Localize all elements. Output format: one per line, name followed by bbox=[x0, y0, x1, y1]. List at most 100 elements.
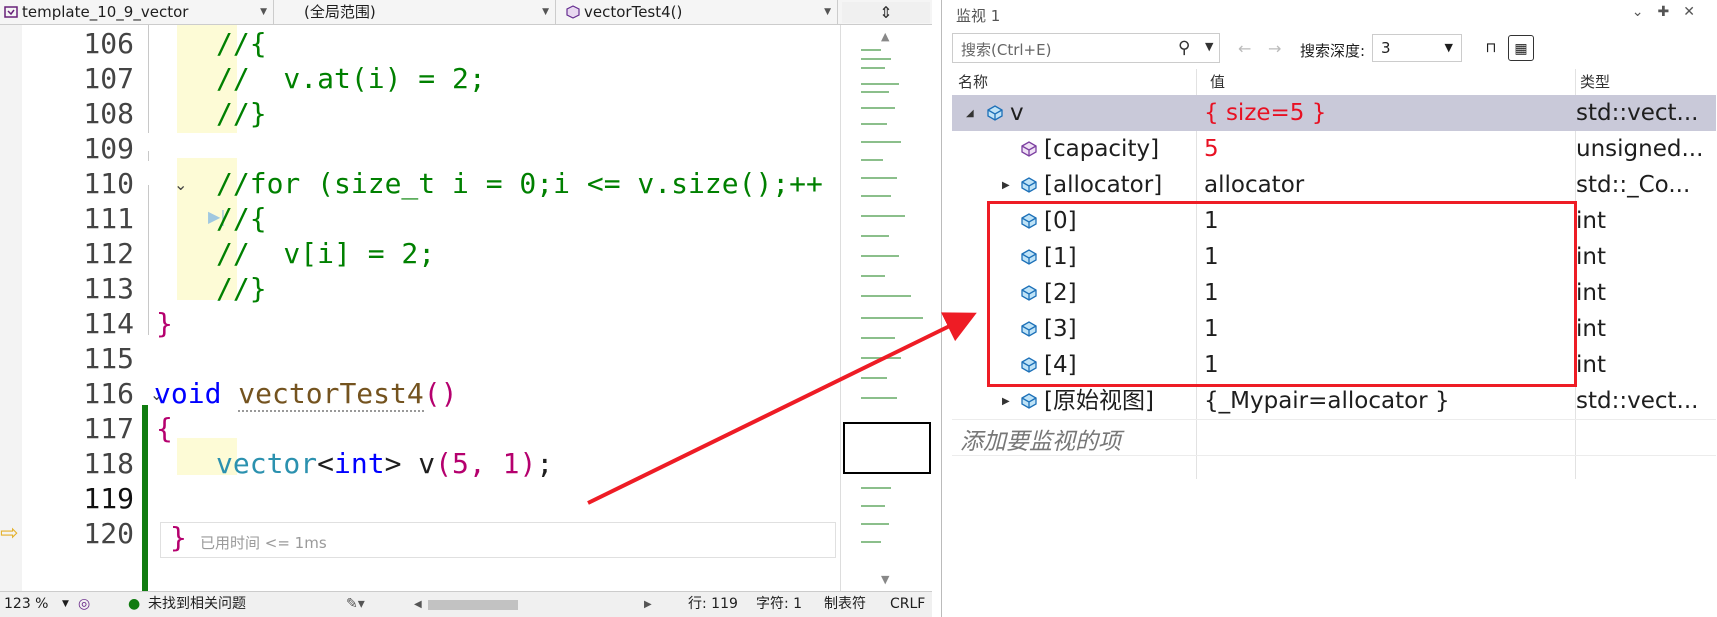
scope-line bbox=[148, 185, 149, 335]
line-number-current: 119 bbox=[83, 482, 134, 515]
row-divider bbox=[952, 455, 1716, 456]
line-number: 120 bbox=[83, 517, 134, 550]
scroll-right-icon[interactable]: ▶ bbox=[644, 592, 652, 617]
scope-label: (全局范围) bbox=[304, 3, 376, 21]
copilot-icon[interactable]: ◎ bbox=[78, 592, 90, 617]
identifier-v: > v bbox=[384, 447, 436, 480]
scroll-up-icon[interactable]: ▲ bbox=[881, 30, 889, 43]
chevron-down-icon: ▼ bbox=[824, 7, 831, 17]
line-number: 109 bbox=[83, 132, 134, 165]
line-number: 111 bbox=[83, 202, 134, 235]
expand-triangle-icon[interactable]: ▶ bbox=[1002, 168, 1010, 204]
watch-row-allocator[interactable]: ▶ [allocator] allocator std::_Co... bbox=[952, 167, 1716, 203]
scope-line bbox=[148, 25, 149, 133]
method-icon bbox=[566, 5, 580, 19]
code-line: //for (size_t i = 0;i <= v.size();++ bbox=[216, 167, 823, 200]
view-hex-toggle-icon[interactable]: ▦ bbox=[1508, 35, 1534, 61]
scope-dropdown[interactable]: (全局范围) ▼ bbox=[280, 0, 556, 25]
watch-value[interactable]: 5 bbox=[1204, 131, 1219, 167]
search-depth-value: 3 bbox=[1381, 39, 1391, 57]
variable-icon bbox=[1021, 177, 1037, 193]
split-editor-button[interactable]: ⇕ bbox=[842, 2, 930, 23]
zoom-level[interactable]: 123 % bbox=[4, 592, 48, 617]
navigation-bar: template_10_9_vector ▼ (全局范围) ▼ vectorTe… bbox=[0, 0, 932, 25]
line-number: 117 bbox=[83, 412, 134, 445]
member-dropdown[interactable]: vectorTest4() ▼ bbox=[562, 0, 838, 25]
watch-type: std::vect... bbox=[1576, 100, 1699, 126]
code-line: } bbox=[156, 307, 173, 340]
keyword-void: void bbox=[154, 377, 222, 410]
line-number: 114 bbox=[83, 307, 134, 340]
expand-triangle-icon[interactable]: ▶ bbox=[1002, 384, 1010, 420]
watch-type: std::vect... bbox=[1576, 388, 1699, 414]
watch-toolbar: 搜索(Ctrl+E) ⚲ ▼ ← → 搜索深度: 3 ▼ ⊓ ▦ bbox=[942, 33, 1717, 65]
watch-row-v[interactable]: ◢ v { size=5 } std::vect... bbox=[952, 95, 1716, 131]
constructor-args: (5, 1) bbox=[435, 447, 537, 480]
horizontal-scrollbar[interactable] bbox=[428, 600, 518, 610]
code-line-vector-decl: vector<int> v(5, 1); bbox=[216, 445, 553, 483]
member-label: vectorTest4() bbox=[584, 3, 683, 21]
close-icon[interactable]: ✕ bbox=[1683, 4, 1709, 20]
scope-line bbox=[148, 151, 149, 161]
watch-name: v bbox=[1010, 100, 1024, 126]
pin-icon[interactable]: ✚ bbox=[1658, 4, 1684, 20]
chevron-down-icon[interactable]: ▼ bbox=[62, 592, 69, 617]
project-label: template_10_9_vector bbox=[22, 3, 189, 21]
watch-value[interactable]: allocator bbox=[1204, 167, 1304, 203]
watch-type: int bbox=[1576, 280, 1606, 306]
glyph-margin[interactable] bbox=[0, 25, 22, 591]
watch-row-raw-view[interactable]: ▶ [原始视图] {_Mypair=allocator } std::vect.… bbox=[952, 383, 1716, 419]
column-type[interactable]: 类型 bbox=[1580, 71, 1610, 92]
char-indicator[interactable]: 字符: 1 bbox=[756, 592, 802, 617]
back-arrow-icon[interactable]: ← bbox=[1238, 39, 1251, 58]
watch-name: [capacity] bbox=[1044, 136, 1160, 162]
code-line: //{ bbox=[216, 27, 267, 60]
chevron-down-icon[interactable]: ⌄ bbox=[1632, 4, 1658, 20]
line-number: 107 bbox=[83, 62, 134, 95]
watch-type: unsigned... bbox=[1576, 136, 1704, 162]
search-icon[interactable]: ⚲ bbox=[1178, 38, 1190, 58]
column-name[interactable]: 名称 bbox=[958, 71, 988, 92]
eol-indicator[interactable]: CRLF bbox=[890, 592, 925, 617]
line-indicator[interactable]: 行: 119 bbox=[688, 592, 738, 617]
chevron-down-icon[interactable]: ▼ bbox=[1205, 40, 1213, 53]
watch-name: [原始视图] bbox=[1044, 388, 1154, 414]
forward-arrow-icon[interactable]: → bbox=[1268, 39, 1281, 58]
code-line-function-signature: void vectorTest4() bbox=[154, 375, 457, 413]
execution-pointer-icon: ⇨ bbox=[0, 521, 19, 546]
watch-type: int bbox=[1576, 352, 1606, 378]
scroll-down-icon[interactable]: ▼ bbox=[881, 573, 889, 586]
scroll-left-icon[interactable]: ◀ bbox=[414, 592, 422, 617]
row-divider bbox=[952, 419, 1716, 420]
tab-indicator[interactable]: 制表符 bbox=[824, 592, 866, 617]
code-editor: template_10_9_vector ▼ (全局范围) ▼ vectorTe… bbox=[0, 0, 932, 617]
pin-to-source-icon[interactable]: ⊓ bbox=[1478, 35, 1504, 61]
code-line: // v.at(i) = 2; bbox=[216, 62, 486, 95]
watch-header: 名称 值 类型 bbox=[952, 69, 1717, 91]
watch-title: 监视 1 bbox=[956, 7, 1001, 25]
changed-lines-marker bbox=[142, 405, 148, 591]
angle-bracket: < bbox=[317, 447, 335, 480]
line-number: 110 bbox=[83, 167, 134, 200]
column-value[interactable]: 值 bbox=[1210, 71, 1225, 92]
watch-row-capacity[interactable]: [capacity] 5 unsigned... bbox=[952, 131, 1716, 167]
watch-value[interactable]: {_Mypair=allocator } bbox=[1204, 383, 1450, 419]
code-line: // v[i] = 2; bbox=[216, 237, 436, 270]
line-number: 112 bbox=[83, 237, 134, 270]
variable-icon bbox=[987, 105, 1003, 121]
cleanup-brush-icon[interactable]: ✎▾ bbox=[346, 592, 365, 617]
search-depth-select[interactable]: 3 ▼ bbox=[1372, 34, 1462, 62]
collapse-icon[interactable]: ⌄ bbox=[174, 175, 187, 194]
project-icon bbox=[4, 6, 18, 18]
code-line: { bbox=[156, 412, 173, 445]
variable-icon bbox=[1021, 393, 1037, 409]
project-dropdown[interactable]: template_10_9_vector ▼ bbox=[0, 0, 274, 25]
watch-value[interactable]: { size=5 } bbox=[1204, 95, 1326, 131]
chevron-down-icon: ▼ bbox=[542, 7, 549, 17]
type-vector: vector bbox=[216, 447, 318, 480]
collapse-triangle-icon[interactable]: ◢ bbox=[966, 96, 974, 132]
code-minimap[interactable]: ▲ ▼ bbox=[840, 25, 932, 591]
add-watch-item[interactable]: 添加要监视的项 bbox=[960, 422, 1121, 456]
minimap-viewport[interactable] bbox=[843, 422, 931, 474]
issues-status[interactable]: 未找到相关问题 bbox=[148, 592, 246, 617]
